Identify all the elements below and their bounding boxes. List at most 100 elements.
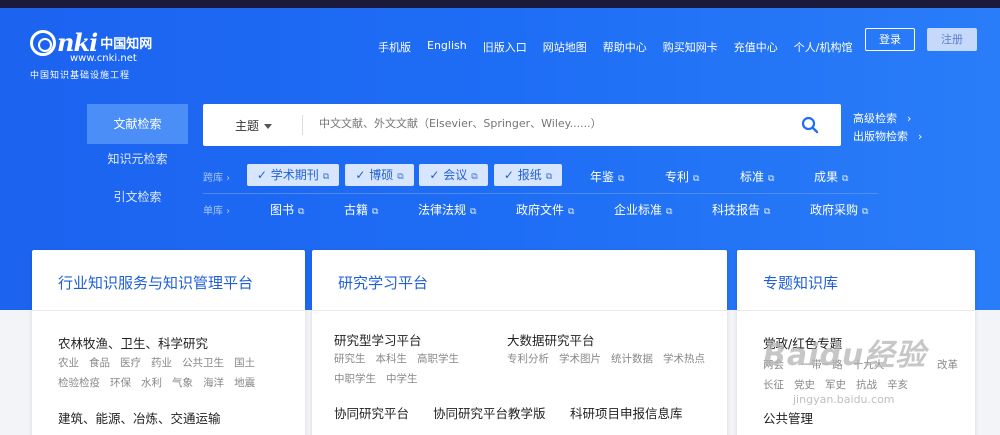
- tag-books[interactable]: 图书 ⧉: [270, 201, 304, 218]
- tag-tech-report[interactable]: 科技报告 ⧉: [712, 201, 770, 218]
- tag-item[interactable]: 中学生: [386, 373, 418, 385]
- caret-down-icon: [264, 124, 273, 129]
- search-input[interactable]: [319, 117, 779, 130]
- tag-item[interactable]: 食品: [89, 357, 110, 369]
- publication-search-link[interactable]: 出版物检索 ›: [853, 128, 922, 144]
- tag-item[interactable]: 党史: [794, 379, 815, 391]
- bigdata-tags: 专利分析 学术图片 统计数据 学术热点: [507, 351, 705, 366]
- tag-gov-docs[interactable]: 政府文件 ⧉: [516, 201, 574, 218]
- tag-item[interactable]: 统计数据: [611, 353, 653, 365]
- tag-item[interactable]: 中职学生: [334, 373, 376, 385]
- tag-item[interactable]: 学术热点: [663, 353, 705, 365]
- tag-item[interactable]: 检验检疫: [58, 377, 100, 389]
- project-info-db[interactable]: 科研项目申报信息库: [570, 403, 683, 422]
- cnki-logo[interactable]: nki 中国知网 www.cnki.net 中国知识基础设施工程: [30, 28, 152, 81]
- external-link-icon: ⧉: [298, 207, 305, 217]
- bigdata-platform[interactable]: 大数据研究平台: [507, 330, 595, 349]
- tag-item[interactable]: 海洋: [203, 377, 224, 389]
- tag-item[interactable]: 公共卫生: [182, 357, 224, 369]
- baidu-watermark: Baidu经验: [763, 338, 927, 373]
- research-learning-platform[interactable]: 研究型学习平台: [334, 330, 422, 349]
- nav-old-version[interactable]: 旧版入口: [483, 39, 527, 55]
- tag-item[interactable]: 气象: [172, 377, 193, 389]
- nav-sitemap[interactable]: 网站地图: [543, 39, 587, 55]
- industry-section-1[interactable]: 农林牧渔、卫生、科学研究: [58, 333, 208, 352]
- research-learning-tags-1: 研究生 本科生 高职学生: [334, 351, 459, 366]
- card-divider: [737, 310, 975, 311]
- tag-laws[interactable]: 法律法规 ⧉: [418, 201, 476, 218]
- tag-item[interactable]: 地震: [234, 377, 255, 389]
- tag-item[interactable]: 医疗: [120, 357, 141, 369]
- top-nav: 手机版 English 旧版入口 网站地图 帮助中心 购买知网卡 充值中心 个人…: [378, 39, 868, 55]
- tag-item[interactable]: 研究生: [334, 353, 366, 365]
- tag-item[interactable]: 专利分析: [507, 353, 549, 365]
- tag-item[interactable]: 抗战: [856, 379, 877, 391]
- tab-citation-search[interactable]: 引文检索: [87, 177, 188, 217]
- nav-help[interactable]: 帮助中心: [603, 39, 647, 55]
- nav-mobile[interactable]: 手机版: [378, 39, 411, 55]
- industry-section-2[interactable]: 建筑、能源、冶炼、交通运输: [58, 408, 221, 427]
- card-industry: 行业知识服务与知识管理平台 农林牧渔、卫生、科学研究 农业 食品 医疗 药业 公…: [32, 250, 305, 435]
- collab-platform[interactable]: 协同研究平台: [334, 403, 409, 422]
- tag-ancient-books[interactable]: 古籍 ⧉: [344, 201, 378, 218]
- topic-tag-reform[interactable]: 改革: [937, 357, 958, 372]
- external-link-icon: ⧉: [322, 172, 330, 182]
- tag-item[interactable]: 军史: [825, 379, 846, 391]
- external-link-icon: ⧉: [693, 174, 700, 184]
- tag-patent[interactable]: 专利 ⧉: [665, 168, 699, 185]
- tag-item[interactable]: 本科生: [376, 353, 408, 365]
- nav-english[interactable]: English: [427, 39, 467, 55]
- external-link-icon: ⧉: [372, 207, 379, 217]
- tag-achievement[interactable]: 成果 ⧉: [814, 168, 848, 185]
- chip-thesis[interactable]: ✓ 博硕 ⧉: [345, 164, 414, 186]
- external-link-icon: ⧉: [842, 174, 849, 184]
- tag-item[interactable]: 农业: [58, 357, 79, 369]
- external-link-icon: ⧉: [397, 172, 404, 182]
- nav-buy-card[interactable]: 购买知网卡: [663, 39, 718, 55]
- tag-item[interactable]: 水利: [141, 377, 162, 389]
- external-link-icon: ⧉: [545, 172, 553, 182]
- chip-journal[interactable]: ✓ 学术期刊 ⧉: [247, 164, 339, 186]
- tag-item[interactable]: 国土: [234, 357, 255, 369]
- tab-knowledge-search[interactable]: 知识元检索: [87, 139, 188, 179]
- tag-item[interactable]: 高职学生: [417, 353, 459, 365]
- chip-newspaper[interactable]: ✓ 报纸 ⧉: [494, 164, 562, 186]
- tag-item[interactable]: 辛亥: [887, 379, 908, 391]
- nav-recharge[interactable]: 充值中心: [734, 39, 778, 55]
- search-field-label: 主题: [235, 119, 260, 133]
- tag-yearbook[interactable]: 年鉴 ⧉: [590, 168, 624, 185]
- search-field-select[interactable]: 主题: [235, 117, 273, 134]
- tab-literature-search[interactable]: 文献检索: [87, 104, 188, 144]
- card-research-title[interactable]: 研究学习平台: [338, 272, 428, 293]
- external-link-icon: ⧉: [862, 207, 869, 217]
- tag-enterprise-std[interactable]: 企业标准 ⧉: [614, 201, 672, 218]
- card-divider: [312, 310, 727, 311]
- register-button[interactable]: 注册: [927, 28, 977, 51]
- advanced-search-link[interactable]: 高级检索 ›: [853, 110, 911, 126]
- tag-item[interactable]: 环保: [110, 377, 131, 389]
- login-button[interactable]: 登录: [865, 28, 915, 51]
- card-research: 研究学习平台 研究型学习平台 研究生 本科生 高职学生 中职学生 中学生 大数据…: [312, 250, 727, 435]
- external-link-icon: ⧉: [568, 207, 575, 217]
- nav-library[interactable]: 个人/机构馆: [794, 39, 853, 55]
- card-topic-title[interactable]: 专题知识库: [763, 272, 838, 293]
- tag-item[interactable]: 药业: [151, 357, 172, 369]
- topic-tags-2: 长征 党史 军史 抗战 辛亥: [763, 377, 908, 392]
- tag-item[interactable]: 长征: [763, 379, 784, 391]
- search-box: 主题: [203, 104, 841, 146]
- collab-teaching-platform[interactable]: 协同研究平台教学版: [433, 403, 546, 422]
- logo-subtitle: 中国知识基础设施工程: [30, 71, 131, 81]
- baidu-watermark-url: jingyan.baidu.com: [793, 393, 895, 406]
- topic-section-2[interactable]: 公共管理: [763, 408, 813, 427]
- external-link-icon: ⧉: [666, 207, 673, 217]
- chip-conference[interactable]: ✓ 会议 ⧉: [419, 164, 488, 186]
- tag-item[interactable]: 学术图片: [559, 353, 601, 365]
- singledb-label: 单库 ›: [203, 206, 231, 217]
- search-icon[interactable]: [801, 116, 819, 134]
- external-link-icon: ⧉: [618, 174, 625, 184]
- tag-gov-procurement[interactable]: 政府采购 ⧉: [810, 201, 868, 218]
- tag-standard[interactable]: 标准 ⧉: [740, 168, 774, 185]
- external-link-icon: ⧉: [471, 172, 478, 182]
- card-industry-title[interactable]: 行业知识服务与知识管理平台: [58, 272, 253, 293]
- crossdb-label: 跨库 ›: [203, 173, 231, 184]
